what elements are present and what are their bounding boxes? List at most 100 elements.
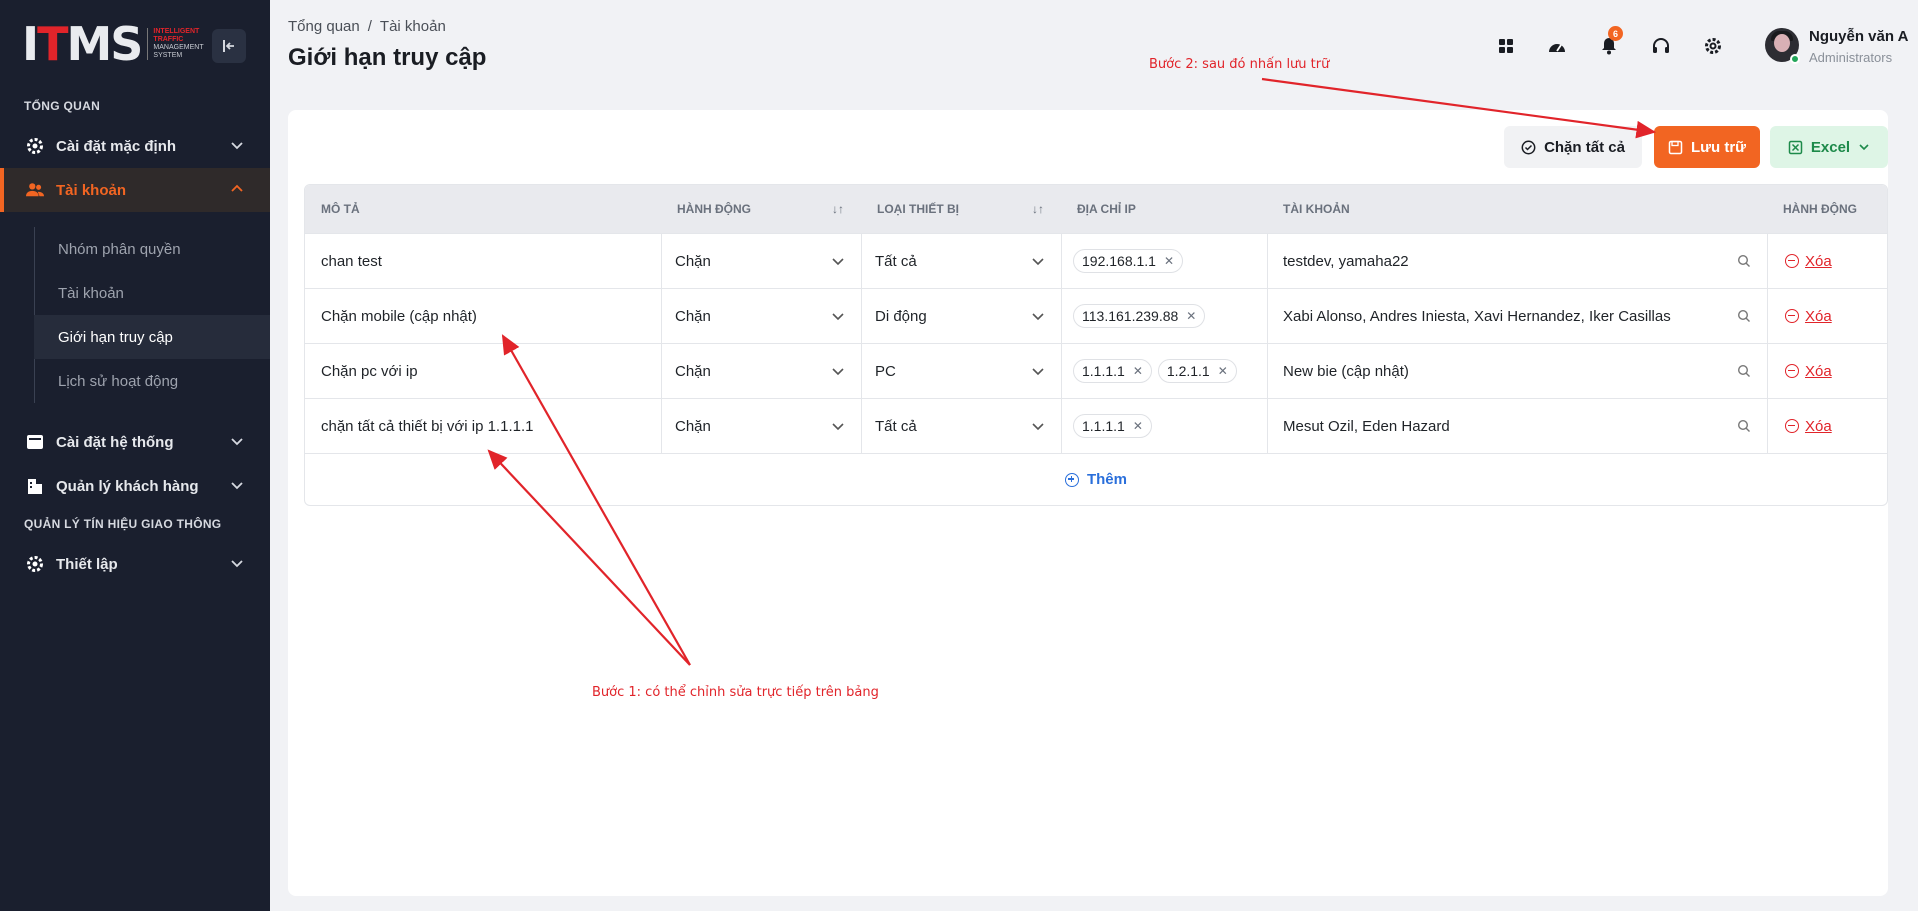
sidebar-subitem-accounts[interactable]: Tài khoản xyxy=(34,271,270,315)
sidebar-item-label: Cài đặt hệ thống xyxy=(56,433,174,451)
chevron-down-icon xyxy=(1859,144,1869,151)
ip-tags[interactable]: 192.168.1.1 ✕ xyxy=(1073,234,1269,288)
sidebar-item-label: Cài đặt mặc định xyxy=(56,137,177,155)
collapse-sidebar-button[interactable] xyxy=(212,29,246,63)
search-icon[interactable] xyxy=(1737,254,1751,268)
minus-circle-icon xyxy=(1785,309,1799,323)
column-header-ip: ĐỊA CHỈ IP xyxy=(1077,202,1136,216)
gear-icon xyxy=(26,555,44,573)
description-input[interactable]: chan test xyxy=(321,234,661,288)
accounts-field[interactable]: Xabi Alonso, Andres Iniesta, Xavi Hernan… xyxy=(1283,289,1743,343)
remove-tag-icon[interactable]: ✕ xyxy=(1218,364,1228,378)
ip-tag: 113.161.239.88 ✕ xyxy=(1073,304,1206,328)
column-header-action: HÀNH ĐỘNG xyxy=(677,202,751,216)
headset-icon xyxy=(1653,38,1669,53)
chevron-down-icon xyxy=(1032,258,1044,266)
sidebar-item-label: Quản lý khách hàng xyxy=(56,477,199,495)
ip-tag: 1.2.1.1 ✕ xyxy=(1157,359,1237,383)
building-icon xyxy=(26,477,44,495)
description-input[interactable]: chặn tất cả thiết bị với ip 1.1.1.1 xyxy=(321,399,661,453)
support-button[interactable] xyxy=(1645,30,1677,62)
notifications-button[interactable]: 6 xyxy=(1593,26,1625,62)
logo-mark: ITMS xyxy=(22,17,143,71)
column-header-device-type: LOẠI THIẾT BỊ xyxy=(877,202,959,216)
delete-button[interactable]: Xóa xyxy=(1785,289,1832,343)
chevron-down-icon xyxy=(231,438,243,446)
gear-icon xyxy=(1705,38,1721,54)
notification-badge: 6 xyxy=(1608,26,1623,41)
chevron-down-icon xyxy=(231,560,243,568)
description-input[interactable]: Chặn pc với ip xyxy=(321,344,661,398)
chevron-down-icon xyxy=(832,368,844,376)
sidebar-item-system-settings[interactable]: Cài đặt hệ thống xyxy=(0,420,270,464)
chevron-down-icon xyxy=(1032,368,1044,376)
sidebar-section-traffic: QUẢN LÝ TÍN HIỆU GIAO THÔNG xyxy=(24,517,222,531)
search-icon[interactable] xyxy=(1737,419,1751,433)
column-header-accounts: TÀI KHOẢN xyxy=(1283,202,1350,216)
settings-panel-icon xyxy=(26,433,44,451)
ip-tags[interactable]: 113.161.239.88 ✕ xyxy=(1073,289,1269,343)
ip-tag: 1.1.1.1 ✕ xyxy=(1073,359,1152,383)
table-header: MÔ TẢ HÀNH ĐỘNG ↓↑ LOẠI THIẾT BỊ ↓↑ ĐỊA … xyxy=(305,185,1887,233)
table-row: chan test Chặn Tất cả 192.168.1.1 ✕ testd… xyxy=(305,233,1887,288)
logo-subtitle: INTELLIGENT TRAFFIC MANAGEMENT SYSTEM xyxy=(147,28,204,60)
users-icon xyxy=(26,181,44,199)
sort-icon[interactable]: ↓↑ xyxy=(1032,202,1044,216)
chevron-down-icon xyxy=(231,482,243,490)
sidebar-subitem-permission-groups[interactable]: Nhóm phân quyền xyxy=(34,227,270,271)
ip-tag: 192.168.1.1 ✕ xyxy=(1073,249,1184,273)
ip-tags[interactable]: 1.1.1.1 ✕ xyxy=(1073,399,1269,453)
app-logo[interactable]: ITMS INTELLIGENT TRAFFIC MANAGEMENT SYST… xyxy=(22,17,204,71)
save-button[interactable]: Lưu trữ xyxy=(1654,126,1760,168)
user-name[interactable]: Nguyễn văn A xyxy=(1809,28,1908,45)
accounts-field[interactable]: New bie (cập nhật) xyxy=(1283,344,1743,398)
block-all-button[interactable]: Chặn tất cả xyxy=(1504,126,1642,168)
remove-tag-icon[interactable]: ✕ xyxy=(1133,364,1143,378)
sidebar-item-accounts[interactable]: Tài khoản xyxy=(0,168,270,212)
settings-button[interactable] xyxy=(1697,30,1729,62)
remove-tag-icon[interactable]: ✕ xyxy=(1133,419,1143,433)
search-icon[interactable] xyxy=(1737,364,1751,378)
breadcrumb-current[interactable]: Tài khoản xyxy=(380,18,446,35)
add-row-label: Thêm xyxy=(1086,471,1127,488)
remove-tag-icon[interactable]: ✕ xyxy=(1164,254,1174,268)
annotation-step-2: Bước 2: sau đó nhấn lưu trữ xyxy=(1149,57,1330,72)
delete-button[interactable]: Xóa xyxy=(1785,344,1832,398)
sidebar-section-overview: TỔNG QUAN xyxy=(24,99,101,113)
dashboard-button[interactable] xyxy=(1541,30,1573,62)
sidebar-item-default-settings[interactable]: Cài đặt mặc định xyxy=(0,124,270,168)
remove-tag-icon[interactable]: ✕ xyxy=(1186,309,1196,323)
sidebar-item-customers[interactable]: Quản lý khách hàng xyxy=(0,464,270,508)
sidebar-subitem-activity-history[interactable]: Lịch sử hoạt động xyxy=(34,359,270,403)
sidebar-item-setup[interactable]: Thiết lập xyxy=(0,542,270,586)
column-header-row-action: HÀNH ĐỘNG xyxy=(1783,202,1857,216)
content-card: Chặn tất cả Lưu trữ Excel MÔ TẢ HÀNH ĐỘN… xyxy=(288,110,1888,896)
apps-button[interactable] xyxy=(1490,30,1522,62)
page-title: Giới hạn truy cập xyxy=(288,44,487,71)
accounts-field[interactable]: testdev, yamaha22 xyxy=(1283,234,1743,288)
delete-button[interactable]: Xóa xyxy=(1785,399,1832,453)
sort-icon[interactable]: ↓↑ xyxy=(832,202,844,216)
chevron-down-icon xyxy=(832,423,844,431)
access-limit-table: MÔ TẢ HÀNH ĐỘNG ↓↑ LOẠI THIẾT BỊ ↓↑ ĐỊA … xyxy=(304,184,1888,506)
sidebar-item-label: Thiết lập xyxy=(56,555,118,573)
breadcrumb-link-overview[interactable]: Tổng quan xyxy=(288,18,360,35)
ip-tags[interactable]: 1.1.1.1 ✕ 1.2.1.1 ✕ xyxy=(1073,344,1269,398)
table-row: Chặn mobile (cập nhật) Chặn Di động 113.… xyxy=(305,288,1887,343)
chevron-up-icon xyxy=(231,184,243,192)
accounts-field[interactable]: Mesut Ozil, Eden Hazard xyxy=(1283,399,1743,453)
add-row-button[interactable]: Thêm xyxy=(305,453,1887,505)
delete-button[interactable]: Xóa xyxy=(1785,234,1832,288)
ip-tag: 1.1.1.1 ✕ xyxy=(1073,414,1152,438)
collapse-icon xyxy=(223,40,234,52)
search-icon[interactable] xyxy=(1737,309,1751,323)
chevron-down-icon xyxy=(231,142,243,150)
sidebar-subitem-access-limit[interactable]: Giới hạn truy cập xyxy=(34,315,270,359)
save-icon xyxy=(1668,140,1683,154)
minus-circle-icon xyxy=(1785,419,1799,433)
excel-label: Excel xyxy=(1810,138,1851,156)
chevron-down-icon xyxy=(832,258,844,266)
excel-button[interactable]: Excel xyxy=(1770,126,1888,168)
description-input[interactable]: Chặn mobile (cập nhật) xyxy=(321,289,661,343)
table-row: chặn tất cả thiết bị với ip 1.1.1.1 Chặn… xyxy=(305,398,1887,453)
